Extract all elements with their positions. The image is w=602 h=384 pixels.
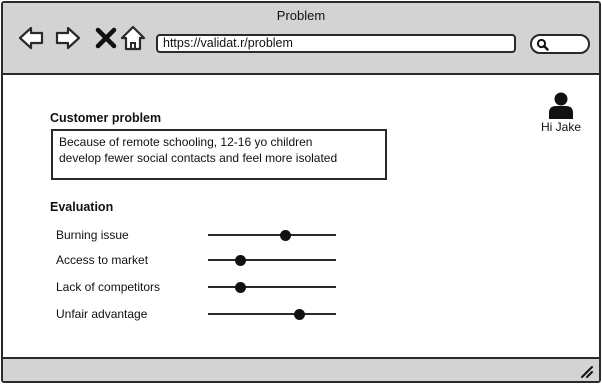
home-icon <box>120 25 146 51</box>
window-title: Problem <box>276 8 326 23</box>
customer-problem-heading: Customer problem <box>50 111 162 125</box>
criterion-label: Access to market <box>56 253 149 267</box>
slider-thumb[interactable] <box>235 282 246 293</box>
access-to-market-slider[interactable] <box>208 250 336 270</box>
back-arrow-icon <box>18 26 44 50</box>
criterion-label: Burning issue <box>56 228 129 242</box>
close-icon <box>95 27 117 49</box>
problem-text-line: Because of remote schooling, 12-16 yo ch… <box>59 135 313 149</box>
user-greeting: Hi Jake <box>540 120 581 134</box>
user-profile[interactable]: Hi Jake <box>535 91 587 134</box>
criterion-label: Unfair advantage <box>56 307 148 321</box>
criterion-row-lack-of-competitors: Lack of competitors <box>56 277 346 297</box>
criterion-row-burning-issue: Burning issue <box>56 225 346 245</box>
criterion-row-access-to-market: Access to market <box>56 250 346 270</box>
user-icon <box>549 92 573 119</box>
unfair-advantage-slider[interactable] <box>208 304 336 324</box>
resize-grip-icon <box>581 366 593 378</box>
criterion-label: Lack of competitors <box>56 280 161 294</box>
search-box[interactable] <box>530 34 590 54</box>
slider-track <box>208 259 336 261</box>
stop-button[interactable] <box>93 25 119 51</box>
slider-track <box>208 234 336 236</box>
slider-thumb[interactable] <box>235 255 246 266</box>
address-bar[interactable]: https://validat.r/problem <box>156 34 516 53</box>
burning-issue-slider[interactable] <box>208 225 336 245</box>
slider-thumb[interactable] <box>293 309 305 320</box>
slider-track <box>208 313 336 315</box>
forward-arrow-icon <box>55 26 81 50</box>
title-bar: Problem https://validat.r/problem <box>3 3 599 75</box>
search-icon <box>536 38 549 51</box>
evaluation-heading: Evaluation <box>50 200 114 214</box>
resize-grip[interactable] <box>579 364 593 378</box>
back-button[interactable] <box>18 25 44 51</box>
customer-problem-textbox[interactable]: Because of remote schooling, 12-16 yo ch… <box>51 129 387 180</box>
slider-thumb[interactable] <box>279 230 291 241</box>
criterion-row-unfair-advantage: Unfair advantage <box>56 304 346 324</box>
browser-window: Problem https://validat.r/problem Hi Jak… <box>1 1 601 383</box>
status-bar <box>3 357 599 381</box>
forward-button[interactable] <box>55 25 81 51</box>
lack-of-competitors-slider[interactable] <box>208 277 336 297</box>
page-content: Hi Jake Customer problem Because of remo… <box>3 77 599 357</box>
home-button[interactable] <box>120 25 146 51</box>
problem-text-line: develop fewer social contacts and feel m… <box>59 151 338 165</box>
slider-track <box>208 286 336 288</box>
